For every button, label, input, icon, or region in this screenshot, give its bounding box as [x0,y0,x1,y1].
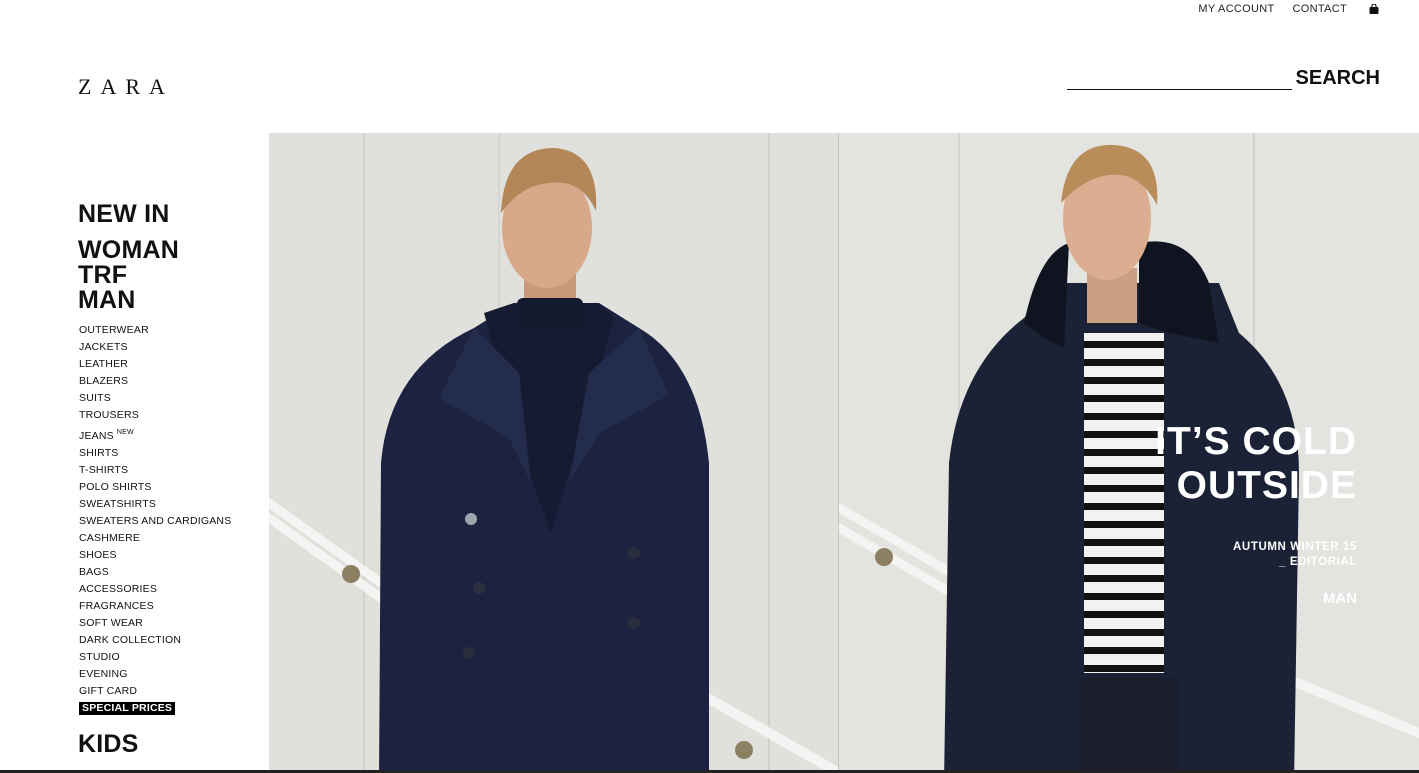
shopping-bag-icon[interactable] [1369,4,1379,14]
nav-item-dark-collection[interactable]: DARK COLLECTION [79,632,263,649]
nav-item-shoes[interactable]: SHOES [79,547,263,564]
hero-headline-line1: IT’S COLD [1155,420,1357,463]
nav-item-bags[interactable]: BAGS [79,564,263,581]
nav-item-gift-card[interactable]: GIFT CARD [79,683,263,700]
nav-item-fragrances[interactable]: FRAGRANCES [79,598,263,615]
nav-item-special-prices[interactable]: SPECIAL PRICES [79,702,176,715]
hero-caption: IT’S COLD OUTSIDE AUTUMN WINTER 15 _ EDI… [1155,420,1357,607]
nav-item-t-shirts[interactable]: T-SHIRTS [79,462,263,479]
nav-item-blazers[interactable]: BLAZERS [79,373,263,390]
zara-logo[interactable]: ZARA [78,74,174,100]
hero-editorial-banner[interactable]: IT’S COLD OUTSIDE AUTUMN WINTER 15 _ EDI… [269,133,1419,770]
nav-item-suits[interactable]: SUITS [79,390,263,407]
hero-headline-line2: OUTSIDE [1176,464,1357,507]
nav-new-in[interactable]: NEW IN [78,202,263,227]
main-navigation: NEW IN WOMAN TRF MAN OUTERWEAR JACKETS L… [78,200,263,757]
nav-item-cashmere[interactable]: CASHMERE [79,530,263,547]
nav-item-studio[interactable]: STUDIO [79,649,263,666]
new-badge: NEW [116,429,134,436]
search-bar: SEARCH [1066,66,1380,90]
nav-item-jeans[interactable]: JEANS NEW [79,424,263,445]
nav-man[interactable]: MAN [78,288,263,313]
hero-season-line2: _ EDITORIAL [1279,556,1357,568]
nav-item-sweaters-cardigans[interactable]: SWEATERS AND CARDIGANS [79,513,263,530]
nav-item-polo-shirts[interactable]: POLO SHIRTS [79,479,263,496]
contact-link[interactable]: CONTACT [1293,3,1347,15]
nav-item-accessories[interactable]: ACCESSORIES [79,581,263,598]
nav-item-jackets[interactable]: JACKETS [79,339,263,356]
hero-season-line1: AUTUMN WINTER 15 [1233,541,1357,553]
nav-item-trousers[interactable]: TROUSERS [79,407,263,424]
my-account-link[interactable]: MY ACCOUNT [1198,3,1274,15]
nav-trf[interactable]: TRF [78,263,263,288]
nav-kids[interactable]: KIDS [78,732,139,757]
hero-photo-left [269,133,839,770]
search-button[interactable]: SEARCH [1296,66,1380,90]
nav-woman[interactable]: WOMAN [78,238,263,263]
nav-item-outerwear[interactable]: OUTERWEAR [79,322,263,339]
hero-man-link[interactable]: MAN [1155,590,1357,607]
search-input[interactable] [1066,72,1292,90]
nav-item-special-prices-row: SPECIAL PRICES [79,700,263,717]
man-category-list: OUTERWEAR JACKETS LEATHER BLAZERS SUITS … [79,322,263,717]
nav-item-sweatshirts[interactable]: SWEATSHIRTS [79,496,263,513]
nav-item-evening[interactable]: EVENING [79,666,263,683]
nav-item-jeans-label: JEANS [79,430,114,442]
top-utility-links: MY ACCOUNT CONTACT [1198,3,1379,15]
nav-item-shirts[interactable]: SHIRTS [79,445,263,462]
nav-item-leather[interactable]: LEATHER [79,356,263,373]
nav-item-soft-wear[interactable]: SOFT WEAR [79,615,263,632]
